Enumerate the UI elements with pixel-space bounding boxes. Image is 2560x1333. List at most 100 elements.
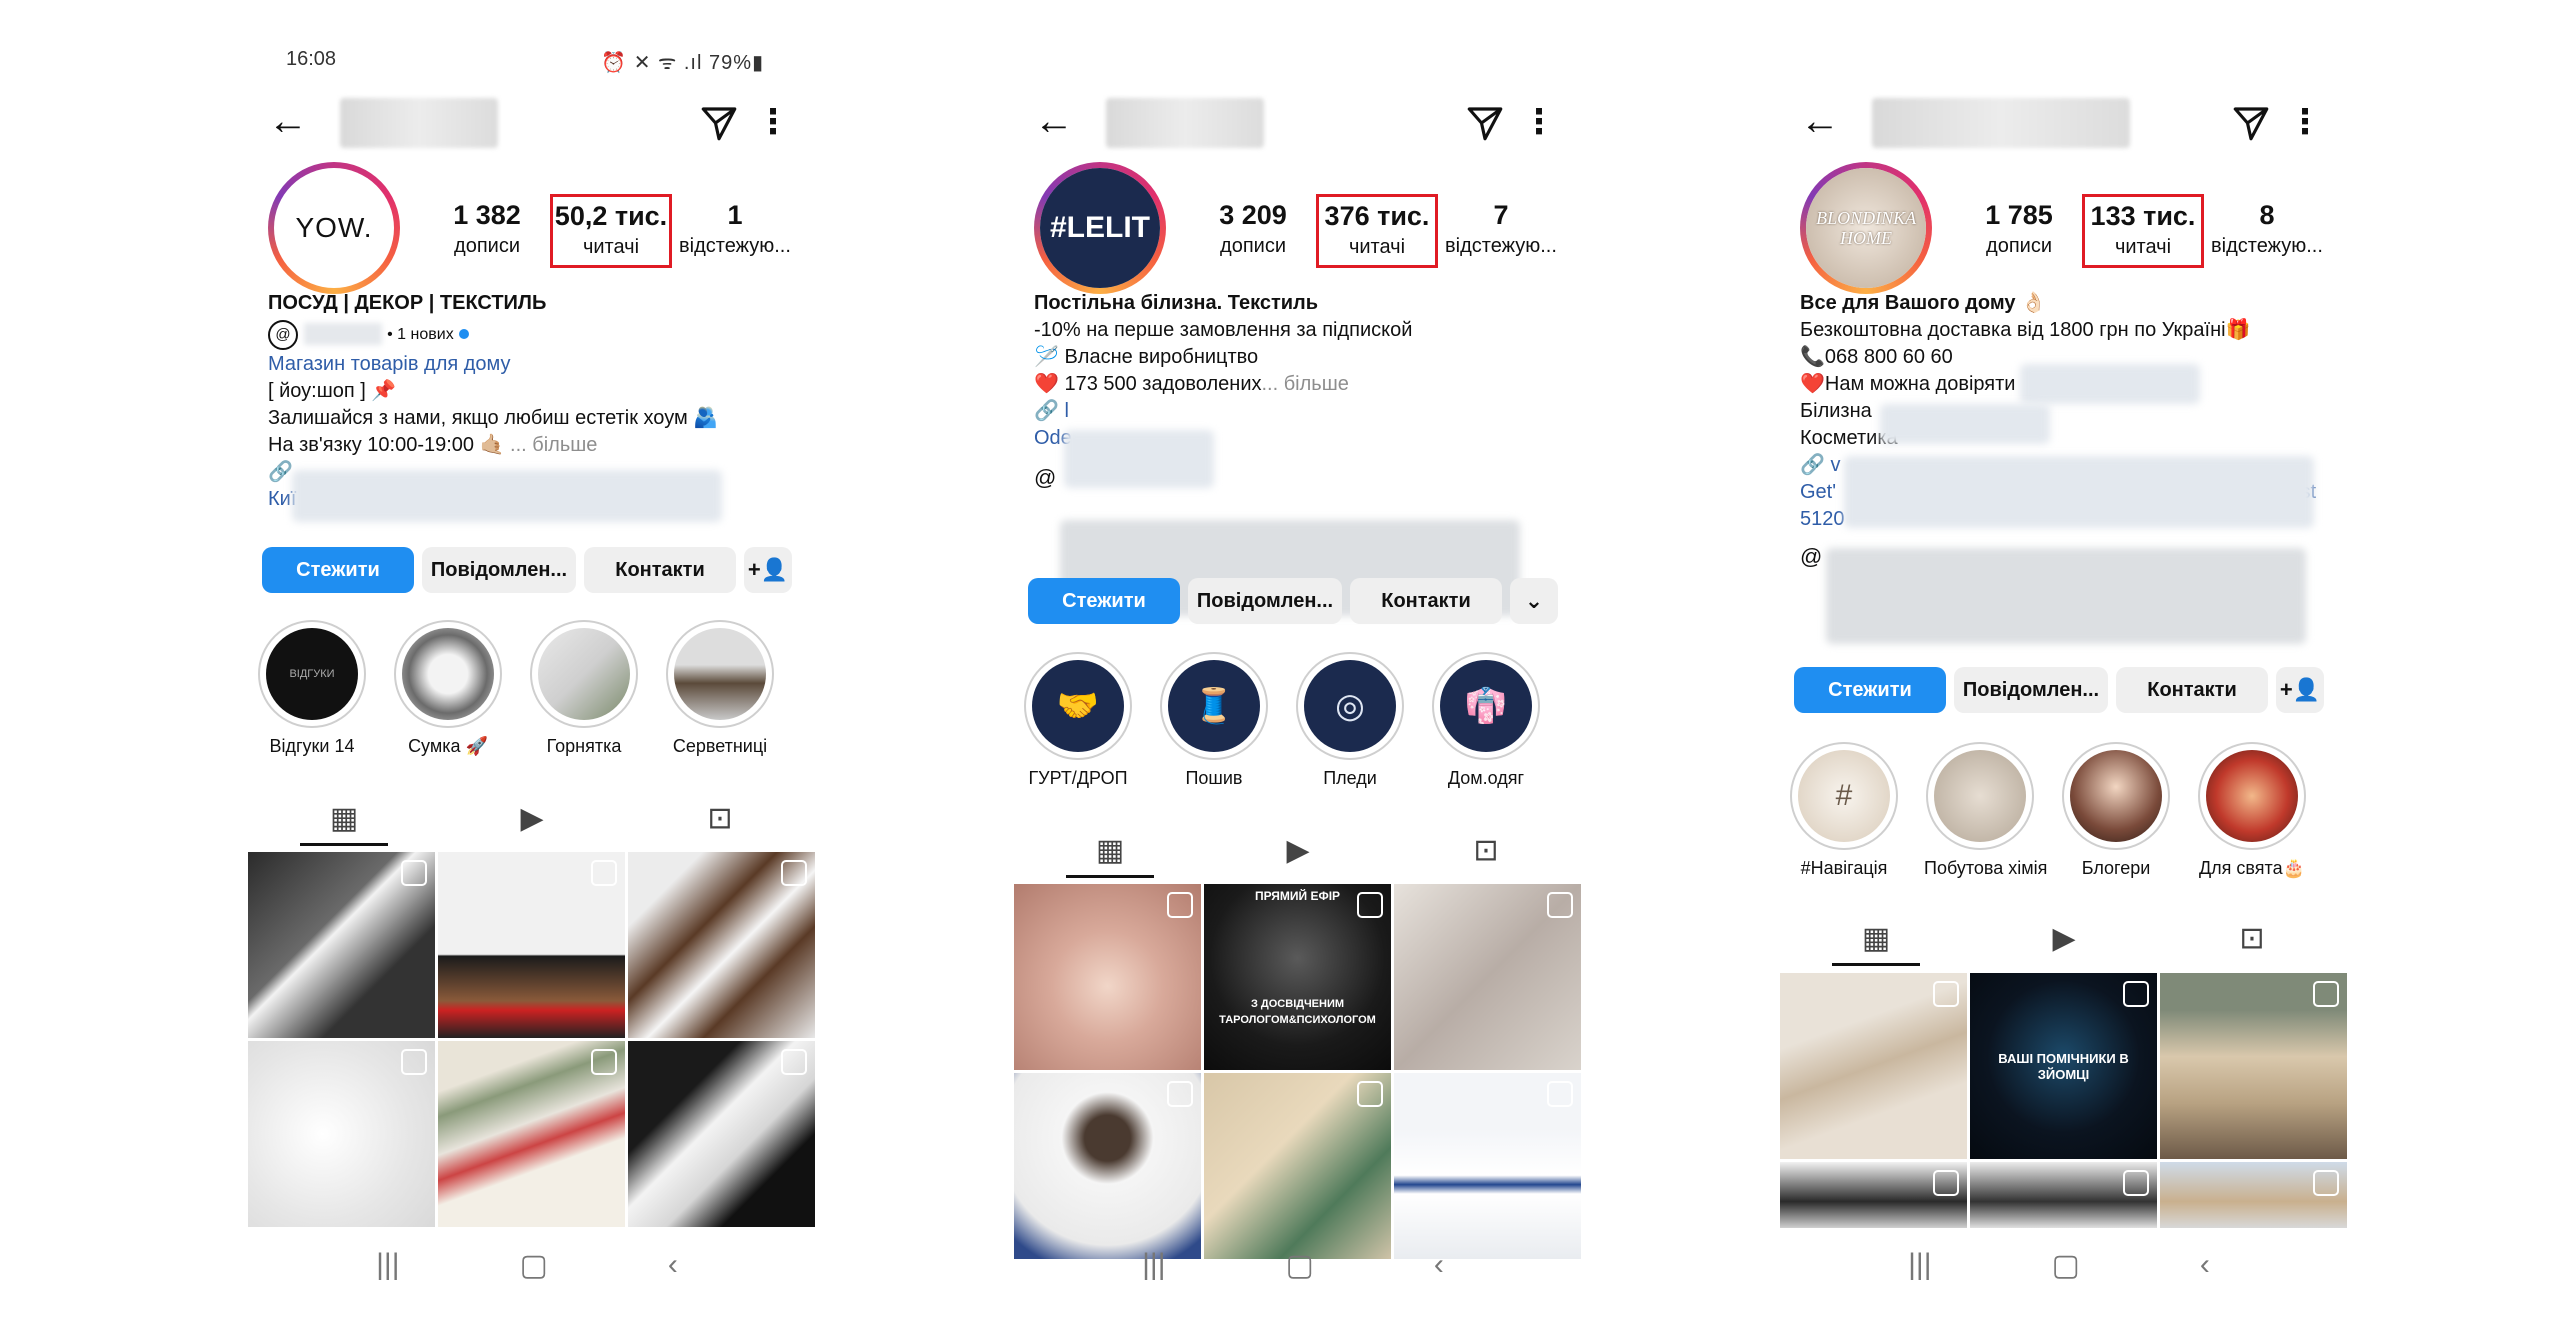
grid-icon[interactable]: ▦ — [1016, 822, 1204, 878]
home-button[interactable]: ▢ — [1286, 1248, 1314, 1288]
post-tile[interactable] — [1970, 1162, 2157, 1228]
highlight[interactable]: Сумка 🚀 — [392, 620, 504, 756]
highlight[interactable]: Горнятка — [528, 620, 640, 756]
message-button[interactable]: Повідомлен... — [1954, 667, 2108, 713]
highlight[interactable]: ◎ Пледи — [1294, 652, 1406, 788]
home-button[interactable]: ▢ — [2052, 1248, 2080, 1288]
back-arrow-icon[interactable]: ← — [268, 98, 318, 148]
post-tile[interactable] — [1780, 973, 1967, 1159]
bio-more[interactable]: ... більше — [510, 434, 597, 456]
reel-badge-icon — [1547, 892, 1573, 918]
post-tile[interactable] — [248, 852, 435, 1038]
post-tile[interactable] — [1394, 884, 1581, 1070]
highlight[interactable]: ВІДГУКИ Відгуки 14 — [256, 620, 368, 756]
message-button[interactable]: Повідомлен... — [1188, 578, 1342, 624]
highlight[interactable]: 🧵 Пошив — [1158, 652, 1270, 788]
follow-button[interactable]: Стежити — [1028, 578, 1180, 624]
contacts-button[interactable]: Контакти — [1350, 578, 1502, 624]
stat-following[interactable]: 1 відстежую... — [674, 198, 796, 268]
tagged-icon[interactable]: ⊡ — [626, 790, 814, 846]
kebab-icon[interactable]: ⋮ — [1522, 98, 1556, 148]
stat-following[interactable]: 8 відстежую... — [2206, 198, 2328, 268]
follow-button[interactable]: Стежити — [1794, 667, 1946, 713]
post-tile[interactable] — [628, 852, 815, 1038]
contacts-button[interactable]: Контакти — [2116, 667, 2268, 713]
stat-followers[interactable]: 376 тис. читачі — [1316, 194, 1438, 268]
story-highlights: 🤝 ГУРТ/ДРОП 🧵 Пошив ◎ Пледи 👘 Дом.одяг — [1022, 652, 1580, 788]
recents-button[interactable]: ||| — [1142, 1248, 1165, 1288]
avatar[interactable]: #LELIT — [1034, 162, 1166, 294]
post-tile[interactable] — [438, 852, 625, 1038]
post-tile[interactable] — [1014, 884, 1201, 1070]
kebab-icon[interactable]: ⋮ — [2288, 98, 2322, 148]
system-back-button[interactable]: ‹ — [1434, 1248, 1444, 1288]
highlight[interactable]: Побутова хімія — [1924, 742, 2047, 878]
post-tile[interactable]: ВАШІ ПОМІЧНИКИ В ЗЙОМЦІ — [1970, 973, 2157, 1159]
bio-more[interactable]: ... більше — [1262, 373, 1349, 395]
post-tile[interactable] — [1394, 1073, 1581, 1259]
reel-badge-icon — [401, 860, 427, 886]
chevron-down-icon[interactable]: ⌄ — [1510, 578, 1558, 624]
recents-button[interactable]: ||| — [1908, 1248, 1931, 1288]
system-back-button[interactable]: ‹ — [668, 1248, 678, 1288]
grid-icon[interactable]: ▦ — [1782, 910, 1970, 966]
stat-posts[interactable]: 1 382 дописи — [426, 198, 548, 268]
message-button[interactable]: Повідомлен... — [422, 547, 576, 593]
top-bar: ← ⋮ — [1800, 98, 2322, 148]
stat-followers[interactable]: 133 тис. читачі — [2082, 194, 2204, 268]
stat-number: 1 785 — [1985, 200, 2053, 230]
bio-link[interactable]: Get' — [1800, 481, 1836, 503]
highlight[interactable]: # #Навігація — [1788, 742, 1900, 878]
add-person-icon[interactable]: +👤 — [744, 547, 792, 593]
system-back-button[interactable]: ‹ — [2200, 1248, 2210, 1288]
post-tile[interactable] — [2160, 1162, 2347, 1228]
kebab-icon[interactable]: ⋮ — [756, 98, 790, 148]
reels-icon[interactable]: ▶ — [1970, 910, 2158, 966]
recents-button[interactable]: ||| — [376, 1248, 399, 1288]
threads-pill[interactable]: @ • 1 нових — [268, 317, 784, 351]
highlight-label: Відгуки 14 — [269, 736, 355, 756]
tagged-icon[interactable]: ⊡ — [1392, 822, 1580, 878]
contacts-button[interactable]: Контакти — [584, 547, 736, 593]
avatar-logo: YOW. — [295, 212, 373, 243]
avatar[interactable]: YOW. — [268, 162, 400, 294]
stat-following[interactable]: 7 відстежую... — [1440, 198, 1562, 268]
back-arrow-icon[interactable]: ← — [1800, 98, 1850, 148]
reel-badge-icon — [2313, 1170, 2339, 1196]
post-tile[interactable] — [438, 1041, 625, 1227]
reels-icon[interactable]: ▶ — [1204, 822, 1392, 878]
bio-link[interactable]: 🔗 l — [1034, 398, 1550, 425]
stat-followers[interactable]: 50,2 тис. читачі — [550, 194, 672, 268]
avatar[interactable]: BLONDINKA HOME — [1800, 162, 1932, 294]
paper-plane-icon[interactable] — [698, 102, 740, 144]
reels-icon[interactable]: ▶ — [438, 790, 626, 846]
post-tile[interactable] — [628, 1041, 815, 1227]
highlight[interactable]: Для свята🎂 — [2196, 742, 2308, 878]
post-tile[interactable] — [1014, 1073, 1201, 1259]
tagged-icon[interactable]: ⊡ — [2158, 910, 2346, 966]
add-person-icon[interactable]: +👤 — [2276, 667, 2324, 713]
profile-stats: 1 382 дописи 50,2 тис. читачі 1 відстежу… — [426, 194, 796, 268]
stat-posts[interactable]: 1 785 дописи — [1958, 198, 2080, 268]
paper-plane-icon[interactable] — [1464, 102, 1506, 144]
highlight[interactable]: Серветниці — [664, 620, 776, 756]
highlight[interactable]: 🤝 ГУРТ/ДРОП — [1022, 652, 1134, 788]
post-tile[interactable] — [2160, 973, 2347, 1159]
post-tile[interactable] — [1204, 1073, 1391, 1259]
highlight[interactable]: Блогери — [2060, 742, 2172, 878]
paper-plane-icon[interactable] — [2230, 102, 2272, 144]
home-button[interactable]: ▢ — [520, 1248, 548, 1288]
post-tile[interactable]: ПРЯМИЙ ЕФІР З ДОСВІДЧЕНИМ ТАРОЛОГОМ&ПСИХ… — [1204, 884, 1391, 1070]
back-arrow-icon[interactable]: ← — [1034, 98, 1084, 148]
blurred-link — [292, 470, 722, 522]
post-tile[interactable] — [248, 1041, 435, 1227]
username-blurred — [1872, 98, 2130, 148]
grid-icon[interactable]: ▦ — [250, 790, 438, 846]
bio-line: Косметика — [1800, 427, 1898, 449]
bio-category[interactable]: Магазин товарів для дому — [268, 351, 784, 378]
post-tile[interactable] — [1780, 1162, 1967, 1228]
highlight[interactable]: 👘 Дом.одяг — [1430, 652, 1542, 788]
stat-posts[interactable]: 3 209 дописи — [1192, 198, 1314, 268]
highlight-label: Блогери — [2081, 858, 2151, 878]
follow-button[interactable]: Стежити — [262, 547, 414, 593]
